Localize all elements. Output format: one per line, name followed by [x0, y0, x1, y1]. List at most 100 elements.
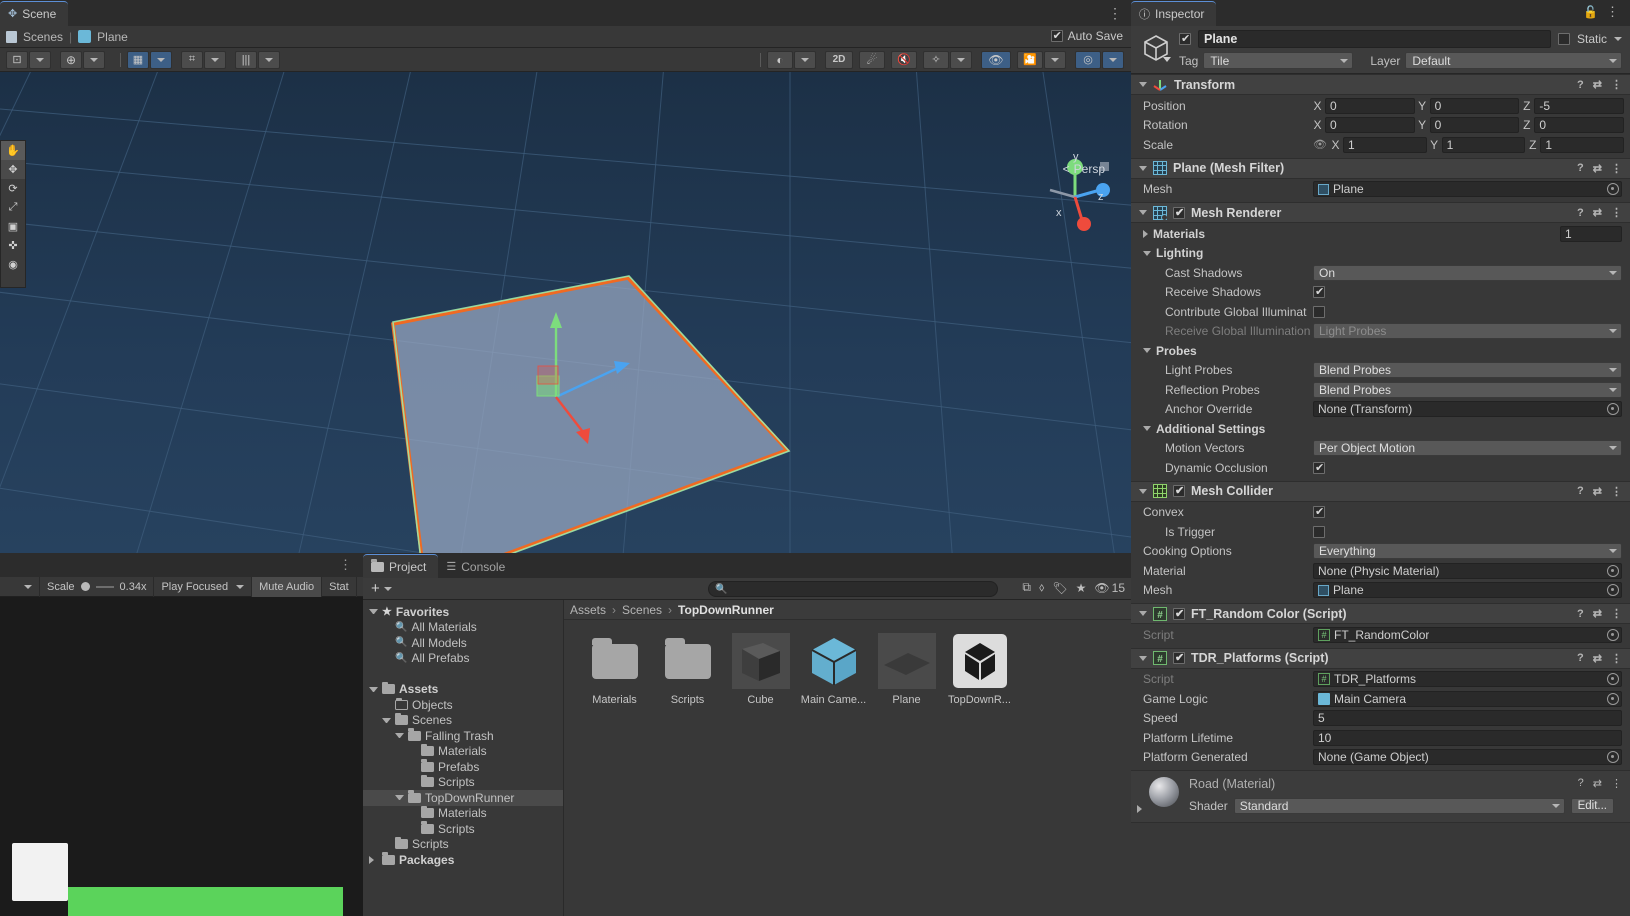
- help-icon[interactable]: ?: [1577, 207, 1584, 219]
- filter-type-icon[interactable]: ⬨: [1039, 580, 1044, 595]
- hidden-objects-button[interactable]: 👁: [981, 50, 1011, 69]
- tree-item-falling-trash[interactable]: Falling Trash: [363, 728, 563, 744]
- static-checkbox[interactable]: [1557, 33, 1570, 45]
- scale-slider-handle[interactable]: [80, 582, 90, 591]
- help-icon[interactable]: ?: [1577, 608, 1584, 620]
- component-header[interactable]: Mesh Renderer? ⇄ ⋮: [1131, 202, 1630, 223]
- twisty-down-icon[interactable]: [382, 717, 391, 723]
- script-object-field[interactable]: # TDR_Platforms: [1313, 671, 1622, 688]
- snap-increment-button[interactable]: ⌗: [181, 50, 203, 69]
- grid-size-dropdown[interactable]: [258, 50, 280, 69]
- kebab-menu-icon[interactable]: ⋮: [1611, 607, 1622, 620]
- tree-item-objects[interactable]: Objects: [363, 697, 563, 713]
- scene-kebab-menu[interactable]: ⋮: [1108, 5, 1123, 22]
- component-header[interactable]: # FT_Random Color (Script)? ⇄ ⋮: [1131, 603, 1630, 624]
- twisty-down-icon[interactable]: [395, 733, 404, 739]
- rotation-y-input[interactable]: 0: [1429, 117, 1520, 134]
- grid-size-button[interactable]: |||: [235, 50, 257, 69]
- game-logic-object-field[interactable]: Main Camera: [1313, 690, 1622, 707]
- anchor-override-object-field[interactable]: None (Transform): [1313, 401, 1622, 418]
- layer-dropdown[interactable]: Default: [1405, 52, 1622, 69]
- mesh-object-field[interactable]: Plane: [1313, 582, 1622, 599]
- pivot-tool-button[interactable]: ⊡: [6, 50, 28, 69]
- tree-item-scripts[interactable]: Scripts: [363, 821, 563, 837]
- inspector-kebab-menu[interactable]: ⋮: [1606, 4, 1620, 20]
- section-foldout-icon[interactable]: [1143, 250, 1151, 256]
- project-add-button[interactable]: +: [371, 580, 392, 597]
- breadcrumb-scene-label[interactable]: Scenes: [23, 30, 63, 44]
- tree-item-scripts[interactable]: Scripts: [363, 774, 563, 791]
- rotation-x-input[interactable]: 0: [1325, 117, 1415, 134]
- receive-global-illumination-dropdown[interactable]: Light Probes: [1313, 323, 1622, 340]
- auto-save-checkbox[interactable]: [1050, 29, 1063, 42]
- kebab-menu-icon[interactable]: ⋮: [1611, 652, 1622, 665]
- component-enabled-checkbox[interactable]: [1173, 206, 1185, 219]
- object-picker-icon[interactable]: [1607, 751, 1619, 764]
- project-search-input[interactable]: 🔍: [708, 581, 998, 597]
- move-tool-button[interactable]: ✥: [1, 160, 25, 179]
- game-kebab-menu[interactable]: ⋮: [339, 557, 353, 573]
- tree-item-prefabs[interactable]: Prefabs: [363, 759, 563, 775]
- kebab-menu-icon[interactable]: ⋮: [1611, 162, 1622, 175]
- tree-item-topdownrunner[interactable]: TopDownRunner: [363, 790, 563, 806]
- preset-icon[interactable]: ⇄: [1593, 607, 1602, 620]
- position-z-input[interactable]: -5: [1534, 97, 1625, 114]
- preset-icon[interactable]: ⇄: [1593, 206, 1602, 219]
- filter-label-icon[interactable]: 🏷: [1052, 581, 1067, 595]
- help-icon[interactable]: ?: [1577, 485, 1584, 497]
- script-object-field[interactable]: # FT_RandomColor: [1313, 626, 1622, 643]
- section-foldout-icon[interactable]: [1143, 348, 1151, 354]
- object-picker-icon[interactable]: [1607, 183, 1619, 196]
- component-foldout-icon[interactable]: [1139, 210, 1147, 215]
- help-icon[interactable]: ?: [1578, 777, 1584, 790]
- help-icon[interactable]: ?: [1577, 79, 1584, 91]
- transform-tool-button[interactable]: ✜: [1, 236, 25, 255]
- asset-item[interactable]: Materials: [578, 632, 651, 706]
- object-picker-icon[interactable]: [1607, 564, 1619, 577]
- asset-item[interactable]: Scripts: [651, 632, 724, 706]
- position-y-input[interactable]: 0: [1429, 97, 1520, 114]
- gizmos-dropdown[interactable]: [1102, 50, 1124, 69]
- project-folder-tree[interactable]: ★ Favorites 🔍 All Materials 🔍 All Models 🔍 All …: [363, 600, 563, 916]
- mesh-object-field[interactable]: Plane: [1313, 181, 1622, 198]
- platform-generated-object-field[interactable]: None (Game Object): [1313, 749, 1622, 766]
- tree-item-favorites[interactable]: ★ Favorites: [363, 604, 563, 620]
- is-trigger-checkbox[interactable]: [1313, 525, 1325, 538]
- game-scale-slider[interactable]: Scale 0.34x: [40, 576, 155, 597]
- 2d-toggle-button[interactable]: 2D: [825, 50, 853, 69]
- snap-increment-dropdown[interactable]: [204, 50, 226, 69]
- scene-camera-dropdown[interactable]: [1044, 50, 1066, 69]
- tree-item-materials[interactable]: Materials: [363, 805, 563, 822]
- scene-fx-button[interactable]: ✧: [923, 50, 949, 69]
- twisty-right-icon[interactable]: [369, 855, 378, 864]
- scene-audio-button[interactable]: 🔇: [891, 50, 917, 69]
- kebab-menu-icon[interactable]: ⋮: [1611, 78, 1622, 91]
- scale-y-input[interactable]: 1: [1441, 136, 1526, 153]
- static-dropdown-icon[interactable]: [1614, 37, 1622, 41]
- tab-scene[interactable]: ✥ Scene: [0, 1, 69, 26]
- scene-lighting-button[interactable]: ☄: [859, 50, 885, 69]
- preset-icon[interactable]: ⇄: [1593, 777, 1602, 790]
- hidden-count[interactable]: 👁 15: [1094, 581, 1125, 595]
- twisty-down-icon[interactable]: [369, 609, 378, 615]
- kebab-menu-icon[interactable]: ⋮: [1611, 777, 1622, 790]
- vector3-rotation[interactable]: X0Y0Z0: [1313, 117, 1625, 134]
- asset-item[interactable]: Plane: [870, 632, 943, 706]
- preset-icon[interactable]: ⇄: [1593, 78, 1602, 91]
- scene-tool-palette[interactable]: ✋ ✥ ⟳ ⤢ ▣ ✜ ◉: [0, 140, 26, 288]
- component-header[interactable]: # TDR_Platforms (Script)? ⇄ ⋮: [1131, 647, 1630, 669]
- component-header[interactable]: Transform? ⇄ ⋮: [1131, 74, 1630, 95]
- motion-vectors-dropdown[interactable]: Per Object Motion: [1313, 440, 1622, 457]
- auto-save-toggle[interactable]: Auto Save: [1050, 29, 1123, 43]
- breadcrumb-item-2[interactable]: TopDownRunner: [678, 603, 774, 617]
- asset-grid[interactable]: Materials Scripts Cube Main Came... Plane Top…: [564, 620, 1131, 706]
- tree-item-packages[interactable]: Packages: [363, 852, 563, 868]
- twisty-down-icon[interactable]: [369, 686, 378, 692]
- grid-snap-dropdown[interactable]: [150, 50, 172, 69]
- receive-shadows-checkbox[interactable]: [1313, 285, 1325, 299]
- position-x-input[interactable]: 0: [1325, 97, 1415, 114]
- asset-item[interactable]: TopDownR...: [943, 632, 1016, 706]
- preset-icon[interactable]: ⇄: [1593, 652, 1602, 665]
- contribute-global-illuminat-checkbox[interactable]: [1313, 305, 1325, 318]
- custom-tool-button[interactable]: ◉: [1, 255, 25, 274]
